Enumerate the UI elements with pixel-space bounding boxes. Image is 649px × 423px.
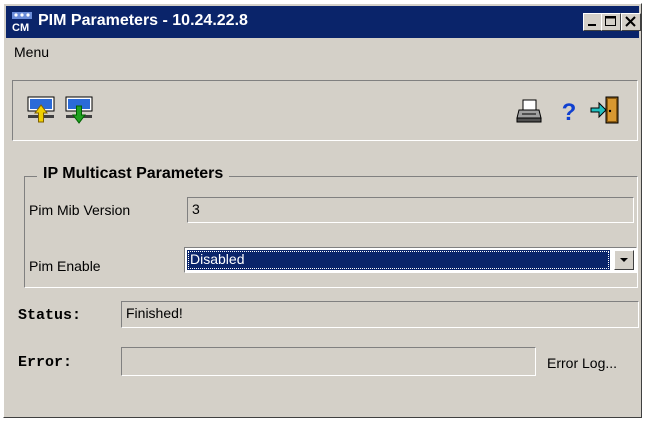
cm-app-icon: CM: [11, 11, 33, 33]
pim-enable-label: Pim Enable: [29, 258, 101, 274]
dropdown-arrow-button[interactable]: [614, 250, 634, 270]
upload-icon[interactable]: [25, 94, 57, 126]
close-button[interactable]: [621, 13, 641, 31]
title-bar[interactable]: CM PIM Parameters - 10.24.22.8: [6, 6, 641, 38]
print-icon[interactable]: [513, 94, 545, 126]
pim-mib-version-label: Pim Mib Version: [29, 202, 131, 218]
status-field: Finished!: [121, 301, 639, 328]
toolbar: ?: [12, 80, 638, 141]
close-icon: [625, 16, 636, 27]
group-title: IP Multicast Parameters: [37, 165, 230, 183]
pim-enable-select[interactable]: Disabled: [184, 247, 637, 273]
help-icon[interactable]: ?: [553, 94, 585, 126]
pim-enable-value[interactable]: Disabled: [187, 250, 610, 270]
maximize-icon: [605, 16, 616, 26]
menu-bar: Menu: [6, 41, 639, 63]
minimize-button[interactable]: [583, 13, 603, 31]
pim-mib-version-field: 3: [187, 197, 634, 223]
error-field: [121, 347, 536, 376]
window-title: PIM Parameters - 10.24.22.8: [38, 12, 248, 29]
svg-text:?: ?: [562, 99, 577, 126]
exit-icon[interactable]: [589, 94, 621, 126]
error-log-link[interactable]: Error Log...: [547, 355, 617, 371]
download-icon[interactable]: [63, 94, 95, 126]
menu-menu[interactable]: Menu: [14, 44, 49, 60]
minimize-icon: [588, 24, 596, 26]
pim-parameters-window: CM PIM Parameters - 10.24.22.8 Menu ? IP…: [3, 3, 642, 418]
status-label: Status:: [18, 307, 82, 324]
error-label: Error:: [18, 354, 73, 371]
maximize-button[interactable]: [601, 13, 621, 31]
svg-text:CM: CM: [12, 22, 29, 33]
chevron-down-icon: [620, 258, 628, 262]
